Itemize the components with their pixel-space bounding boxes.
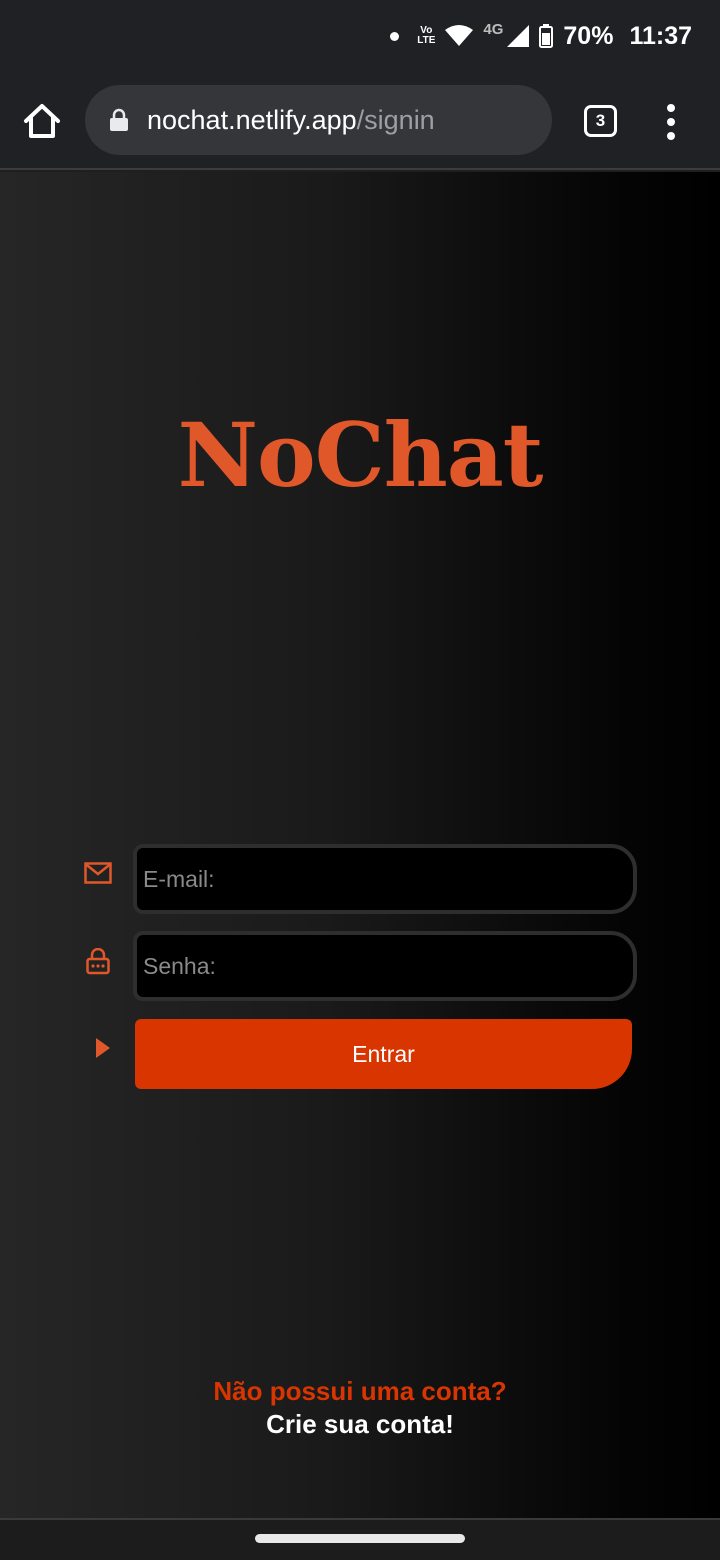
- network-type-label: 4G: [483, 20, 504, 38]
- system-nav-bar: [0, 1518, 720, 1560]
- gesture-handle[interactable]: [255, 1534, 465, 1543]
- url-text[interactable]: nochat.netlify.app/signin: [147, 104, 435, 136]
- lock-icon: [110, 108, 128, 131]
- notification-dot-icon: [390, 31, 400, 41]
- browser-toolbar: nochat.netlify.app/signin 3: [0, 72, 720, 170]
- app-logo: NoChat: [177, 403, 544, 507]
- no-account-text: Não possui uma conta?: [213, 1376, 507, 1406]
- volte-icon: Vo LTE: [417, 26, 435, 46]
- status-icons: Vo LTE 4G 70% 11:37: [390, 18, 692, 54]
- password-field-wrapper: [133, 931, 637, 1001]
- email-field-wrapper: [133, 844, 637, 914]
- envelope-icon: [84, 862, 112, 884]
- volte-bottom-label: LTE: [417, 35, 436, 46]
- battery-icon: [539, 24, 554, 48]
- signin-page: NoChat Entrar Não possui uma conta? Crie…: [0, 172, 720, 1518]
- address-bar[interactable]: nochat.netlify.app/signin: [85, 85, 552, 155]
- tab-switcher-button[interactable]: 3: [584, 105, 617, 137]
- signal-icon: [507, 25, 530, 47]
- status-bar: Vo LTE 4G 70% 11:37: [0, 0, 720, 72]
- url-host: nochat.netlify.app: [147, 105, 357, 135]
- lock-icon: [86, 948, 110, 975]
- create-account-link[interactable]: Crie sua conta!: [0, 1408, 720, 1440]
- email-input[interactable]: [137, 848, 633, 910]
- home-icon[interactable]: [22, 102, 62, 140]
- wifi-icon: [445, 25, 474, 46]
- url-path: /signin: [356, 105, 435, 135]
- clock: 11:37: [629, 21, 692, 50]
- password-input[interactable]: [137, 935, 633, 997]
- more-menu-icon[interactable]: [660, 104, 682, 140]
- battery-percent: 70%: [563, 21, 614, 50]
- signin-button[interactable]: Entrar: [135, 1019, 632, 1089]
- play-arrow-icon: [96, 1038, 110, 1058]
